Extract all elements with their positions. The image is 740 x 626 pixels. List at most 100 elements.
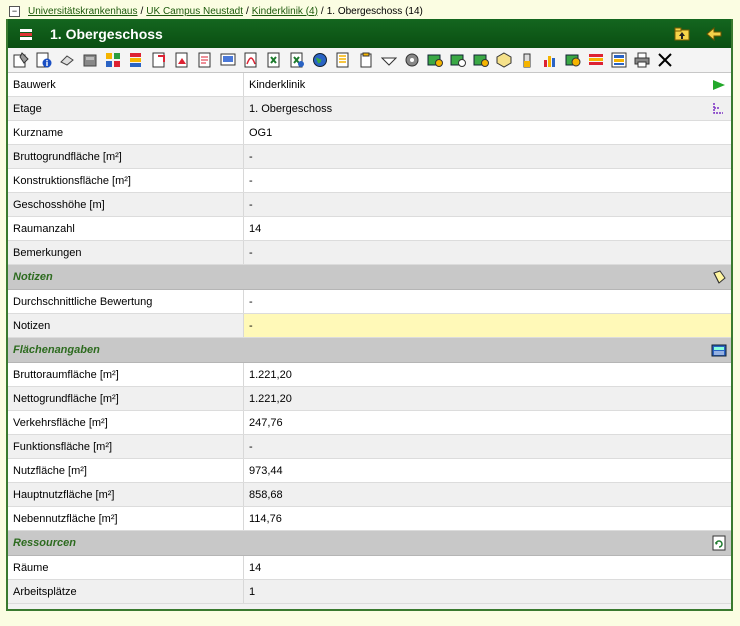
- field-value: -: [243, 289, 707, 314]
- colorchart-icon[interactable]: [609, 51, 628, 70]
- document-icon[interactable]: [195, 51, 214, 70]
- field-label: Verkehrsfläche [m²]: [8, 410, 244, 435]
- notes-value[interactable]: -: [243, 313, 731, 338]
- close-icon[interactable]: [655, 51, 674, 70]
- breadcrumb-separator: /: [246, 5, 249, 17]
- row-hauptnutzflaeche: Hauptnutzfläche [m²] 858,68: [8, 482, 731, 507]
- truck-icon[interactable]: [379, 51, 398, 70]
- database-icon[interactable]: [80, 51, 99, 70]
- section-title: Flächenangaben: [8, 337, 707, 363]
- breadcrumb-link-building[interactable]: Kinderklinik (4): [252, 6, 318, 17]
- bar-chart-icon[interactable]: [540, 51, 559, 70]
- section-action-cell: [707, 264, 731, 290]
- row-geschosshoehe: Geschosshöhe [m] -: [8, 192, 731, 217]
- breadcrumb-link-university[interactable]: Universitätskrankenhaus: [28, 6, 138, 17]
- row-nettogrundflaeche: Nettogrundfläche [m²] 1.221,20: [8, 386, 731, 411]
- field-value: -: [243, 192, 707, 217]
- empty-action-cell: [707, 216, 731, 241]
- panel-title-bar: 1. Obergeschoss: [8, 19, 731, 48]
- row-raumanzahl: Raumanzahl 14: [8, 216, 731, 241]
- excel-icon[interactable]: [264, 51, 283, 70]
- empty-action-cell: [707, 386, 731, 411]
- field-label: Hauptnutzfläche [m²]: [8, 482, 244, 507]
- refresh-icon[interactable]: [711, 535, 727, 551]
- field-value: -: [243, 240, 707, 265]
- floor-icon: [20, 28, 32, 40]
- field-value: 14: [243, 555, 707, 580]
- navigate-building-cell: [707, 73, 731, 97]
- empty-action-cell: [707, 168, 731, 193]
- export-icon[interactable]: [149, 51, 168, 70]
- print-icon[interactable]: [632, 51, 651, 70]
- empty-action-cell: [707, 555, 731, 580]
- field-value: 1: [243, 579, 707, 604]
- calculator-icon[interactable]: [711, 342, 727, 358]
- grid-icon[interactable]: [103, 51, 122, 70]
- play-arrow-icon[interactable]: [711, 77, 727, 93]
- empty-action-cell: [707, 506, 731, 531]
- clock-icon[interactable]: [448, 51, 467, 70]
- field-label: Etage: [8, 96, 244, 121]
- clipboard-icon[interactable]: [356, 51, 375, 70]
- note-hand-icon[interactable]: [711, 269, 727, 285]
- section-title: Ressourcen: [8, 530, 707, 556]
- field-label: Räume: [8, 555, 244, 580]
- row-bruttogrundflaeche: Bruttogrundfläche [m²] -: [8, 144, 731, 169]
- page-title: 1. Obergeschoss: [50, 25, 163, 42]
- breadcrumb-current: 1. Obergeschoss (14): [326, 5, 423, 17]
- empty-action-cell: [707, 120, 731, 145]
- row-bauwerk: Bauwerk Kinderklinik: [8, 73, 731, 97]
- section-action-cell: [707, 530, 731, 556]
- scan-icon[interactable]: [218, 51, 237, 70]
- tool-icon[interactable]: [402, 51, 421, 70]
- back-arrow-icon[interactable]: [705, 25, 723, 43]
- empty-action-cell: [707, 192, 731, 217]
- cube-icon[interactable]: [494, 51, 513, 70]
- field-label: Kurzname: [8, 120, 244, 145]
- hierarchy-icon[interactable]: [711, 101, 727, 117]
- breadcrumb: − Universitätskrankenhaus / UK Campus Ne…: [9, 3, 423, 19]
- field-value: 858,68: [243, 482, 707, 507]
- money-icon[interactable]: [563, 51, 582, 70]
- empty-action-cell: [707, 144, 731, 169]
- field-label: Nettogrundfläche [m²]: [8, 386, 244, 411]
- field-value: OG1: [243, 120, 707, 145]
- edit-icon[interactable]: [425, 51, 444, 70]
- info-icon[interactable]: [34, 51, 53, 70]
- row-nebennutzflaeche: Nebennutzfläche [m²] 114,76: [8, 506, 731, 531]
- properties-table: Bauwerk Kinderklinik Etage 1. Obergescho…: [8, 73, 731, 604]
- field-label: Notizen: [8, 313, 244, 338]
- breadcrumb-link-campus[interactable]: UK Campus Neustadt: [146, 6, 243, 17]
- field-label: Geschosshöhe [m]: [8, 192, 244, 217]
- field-label: Nutzfläche [m²]: [8, 458, 244, 483]
- bottle-icon[interactable]: [517, 51, 536, 70]
- field-label: Bemerkungen: [8, 240, 244, 265]
- field-label: Funktionsfläche [m²]: [8, 434, 244, 459]
- empty-action-cell: [707, 579, 731, 604]
- row-nutzflaeche: Nutzfläche [m²] 973,44: [8, 458, 731, 483]
- field-value: -: [243, 168, 707, 193]
- hierarchy-cell: [707, 96, 731, 121]
- empty-action-cell: [707, 482, 731, 507]
- stack-icon[interactable]: [126, 51, 145, 70]
- folder-up-icon[interactable]: [673, 25, 691, 43]
- collapse-toggle-icon[interactable]: −: [9, 5, 20, 17]
- sum-icon[interactable]: [471, 51, 490, 70]
- field-value: 973,44: [243, 458, 707, 483]
- row-notizen: Notizen -: [8, 313, 731, 338]
- field-value: 1.221,20: [243, 386, 707, 411]
- list-icon[interactable]: [333, 51, 352, 70]
- field-value: 1. Obergeschoss: [243, 96, 707, 121]
- pdf-icon[interactable]: [241, 51, 260, 70]
- field-value: 114,76: [243, 506, 707, 531]
- eraser-icon[interactable]: [57, 51, 76, 70]
- gantt-icon[interactable]: [586, 51, 605, 70]
- excel2-icon[interactable]: [287, 51, 306, 70]
- image-icon[interactable]: [172, 51, 191, 70]
- row-verkehrsflaeche: Verkehrsfläche [m²] 247,76: [8, 410, 731, 435]
- properties-icon[interactable]: [11, 51, 30, 70]
- empty-action-cell: [707, 458, 731, 483]
- floor-detail-panel: 1. Obergeschoss Bauwerk Kinderklinik Eta…: [6, 19, 733, 611]
- row-raeume: Räume 14: [8, 555, 731, 580]
- globe-icon[interactable]: [310, 51, 329, 70]
